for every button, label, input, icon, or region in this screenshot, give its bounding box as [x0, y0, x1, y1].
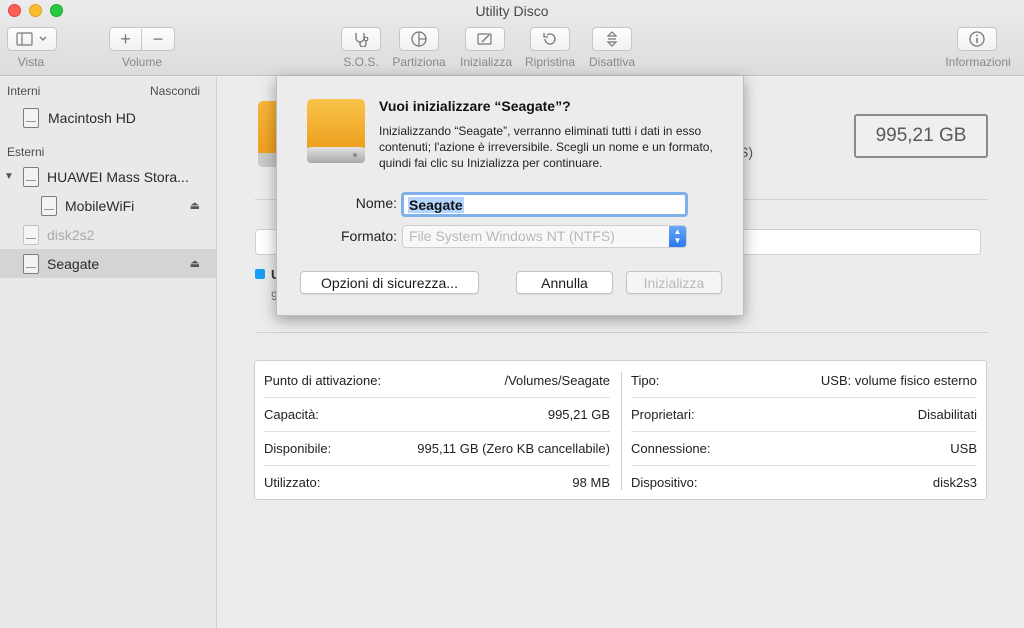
erase-toolbar-button[interactable] — [465, 27, 505, 51]
info-value: disk2s3 — [932, 474, 977, 490]
info-key: Punto di attivazione: — [264, 372, 382, 388]
name-label: Nome: — [355, 195, 397, 211]
external-header: Esterni — [7, 145, 45, 159]
info-key: Tipo: — [631, 372, 660, 388]
info-value: 995,11 GB (Zero KB cancellabile) — [417, 440, 610, 456]
sidebar-item-label: Macintosh HD — [48, 109, 136, 126]
dialog-title: Vuoi inizializzare “Seagate”? — [379, 98, 571, 114]
restore-label: Ripristina — [524, 55, 575, 69]
name-field[interactable]: Seagate — [401, 192, 688, 217]
restore-arrow-icon — [543, 33, 556, 45]
volume-buttons[interactable]: + − — [109, 27, 175, 51]
info-value: Disabilitati — [917, 406, 977, 422]
info-button[interactable] — [957, 27, 997, 51]
info-key: Dispositivo: — [631, 474, 698, 490]
info-row: Tipo: USB: volume fisico esterno — [631, 363, 977, 397]
info-value: USB — [950, 440, 977, 456]
info-row: Utilizzato: 98 MB — [264, 465, 610, 499]
unmount-icon — [606, 31, 618, 47]
sidebar-item-label: MobileWiFi — [65, 197, 135, 214]
info-value: 98 MB — [572, 474, 610, 490]
first-aid-label: S.O.S. — [343, 55, 379, 69]
view-button[interactable] — [7, 27, 57, 51]
sidebar: Interni Nascondi Macintosh HD Esterni ▼ … — [0, 77, 217, 628]
view-label: Vista — [17, 55, 45, 69]
plus-icon[interactable]: + — [110, 28, 142, 50]
sidebar-item-label: HUAWEI Mass Stora... — [47, 168, 189, 185]
security-options-button[interactable]: Opzioni di sicurezza... — [300, 271, 479, 294]
sidebar-item-macintosh-hd[interactable]: Macintosh HD — [0, 103, 216, 132]
updown-chevron-icon[interactable]: ▲ ▼ — [669, 226, 686, 247]
internal-header: Interni — [7, 84, 41, 98]
info-row: Connessione: USB — [631, 431, 977, 465]
unmounted-volume-icon — [23, 224, 39, 245]
external-drive-icon — [307, 99, 365, 163]
erase-dialog: Vuoi inizializzare “Seagate”? Inizializz… — [276, 76, 744, 316]
sidebar-view-icon — [16, 32, 47, 46]
erase-pencil-icon — [477, 33, 492, 45]
info-key: Utilizzato: — [264, 474, 321, 490]
internal-disk-icon — [23, 107, 39, 128]
external-disk-icon — [23, 166, 39, 187]
unmount-button[interactable] — [592, 27, 632, 51]
column-separator — [621, 372, 622, 490]
restore-button[interactable] — [530, 27, 570, 51]
first-aid-button[interactable] — [341, 27, 381, 51]
partition-button[interactable] — [399, 27, 439, 51]
erase-button[interactable]: Inizializza — [626, 271, 722, 294]
sidebar-item-seagate[interactable]: Seagate ⏏ — [0, 249, 216, 278]
used-legend-swatch — [255, 269, 265, 279]
info-key: Proprietari: — [631, 406, 695, 422]
format-label: Formato: — [340, 228, 397, 244]
cancel-button[interactable]: Annulla — [516, 271, 613, 294]
info-icon — [969, 31, 985, 47]
format-select-value: File System Windows NT (NTFS) — [409, 228, 615, 244]
info-row: Capacità: 995,21 GB — [264, 397, 610, 431]
info-label: Informazioni — [945, 55, 1011, 69]
partition-label: Partiziona — [392, 55, 446, 69]
info-key: Connessione: — [631, 440, 711, 456]
info-row: Disponibile: 995,11 GB (Zero KB cancella… — [264, 431, 610, 465]
info-key: Disponibile: — [264, 440, 332, 456]
name-field-value[interactable]: Seagate — [408, 196, 464, 213]
pie-partition-icon — [411, 31, 427, 47]
info-value: 995,21 GB — [547, 406, 610, 422]
volume-icon — [41, 195, 57, 216]
divider — [255, 332, 988, 333]
sidebar-item-label: disk2s2 — [47, 226, 95, 243]
sidebar-item-mobilewifi[interactable]: MobileWiFi ⏏ — [0, 191, 216, 220]
dialog-message: Inizializzando “Seagate”, verranno elimi… — [379, 124, 713, 170]
volume-label: Volume — [121, 55, 163, 69]
info-row: Dispositivo: disk2s3 — [631, 465, 977, 499]
unmount-label: Disattiva — [588, 55, 635, 69]
sidebar-item-disk2s2[interactable]: disk2s2 — [0, 220, 216, 249]
info-value: USB: volume fisico esterno — [820, 372, 977, 388]
toolbar: Utility Disco Vista + − Volume S.O.S. Pa… — [0, 0, 1024, 76]
capacity-box: 995,21 GB — [854, 114, 988, 158]
minus-icon[interactable]: − — [142, 29, 174, 50]
eject-icon[interactable]: ⏏ — [190, 199, 200, 212]
disk-utility-window: Utility Disco Vista + − Volume S.O.S. Pa… — [0, 0, 1024, 628]
hide-link[interactable]: Nascondi — [150, 84, 200, 98]
window-title: Utility Disco — [475, 3, 549, 19]
format-select[interactable]: File System Windows NT (NTFS) ▲ ▼ — [402, 225, 687, 248]
info-key: Capacità: — [264, 406, 319, 422]
info-row: Proprietari: Disabilitati — [631, 397, 977, 431]
eject-icon[interactable]: ⏏ — [190, 257, 200, 270]
info-value: /Volumes/Seagate — [504, 372, 610, 388]
stethoscope-icon — [355, 33, 369, 47]
info-table: Punto di attivazione: /Volumes/Seagate C… — [254, 360, 987, 500]
volume-icon — [23, 253, 39, 274]
info-row: Punto di attivazione: /Volumes/Seagate — [264, 363, 610, 397]
erase-label: Inizializza — [459, 55, 513, 69]
disclosure-triangle-icon[interactable]: ▼ — [4, 171, 18, 182]
sidebar-item-label: Seagate — [47, 255, 100, 272]
sidebar-item-huawei[interactable]: ▼ HUAWEI Mass Stora... — [0, 162, 216, 191]
